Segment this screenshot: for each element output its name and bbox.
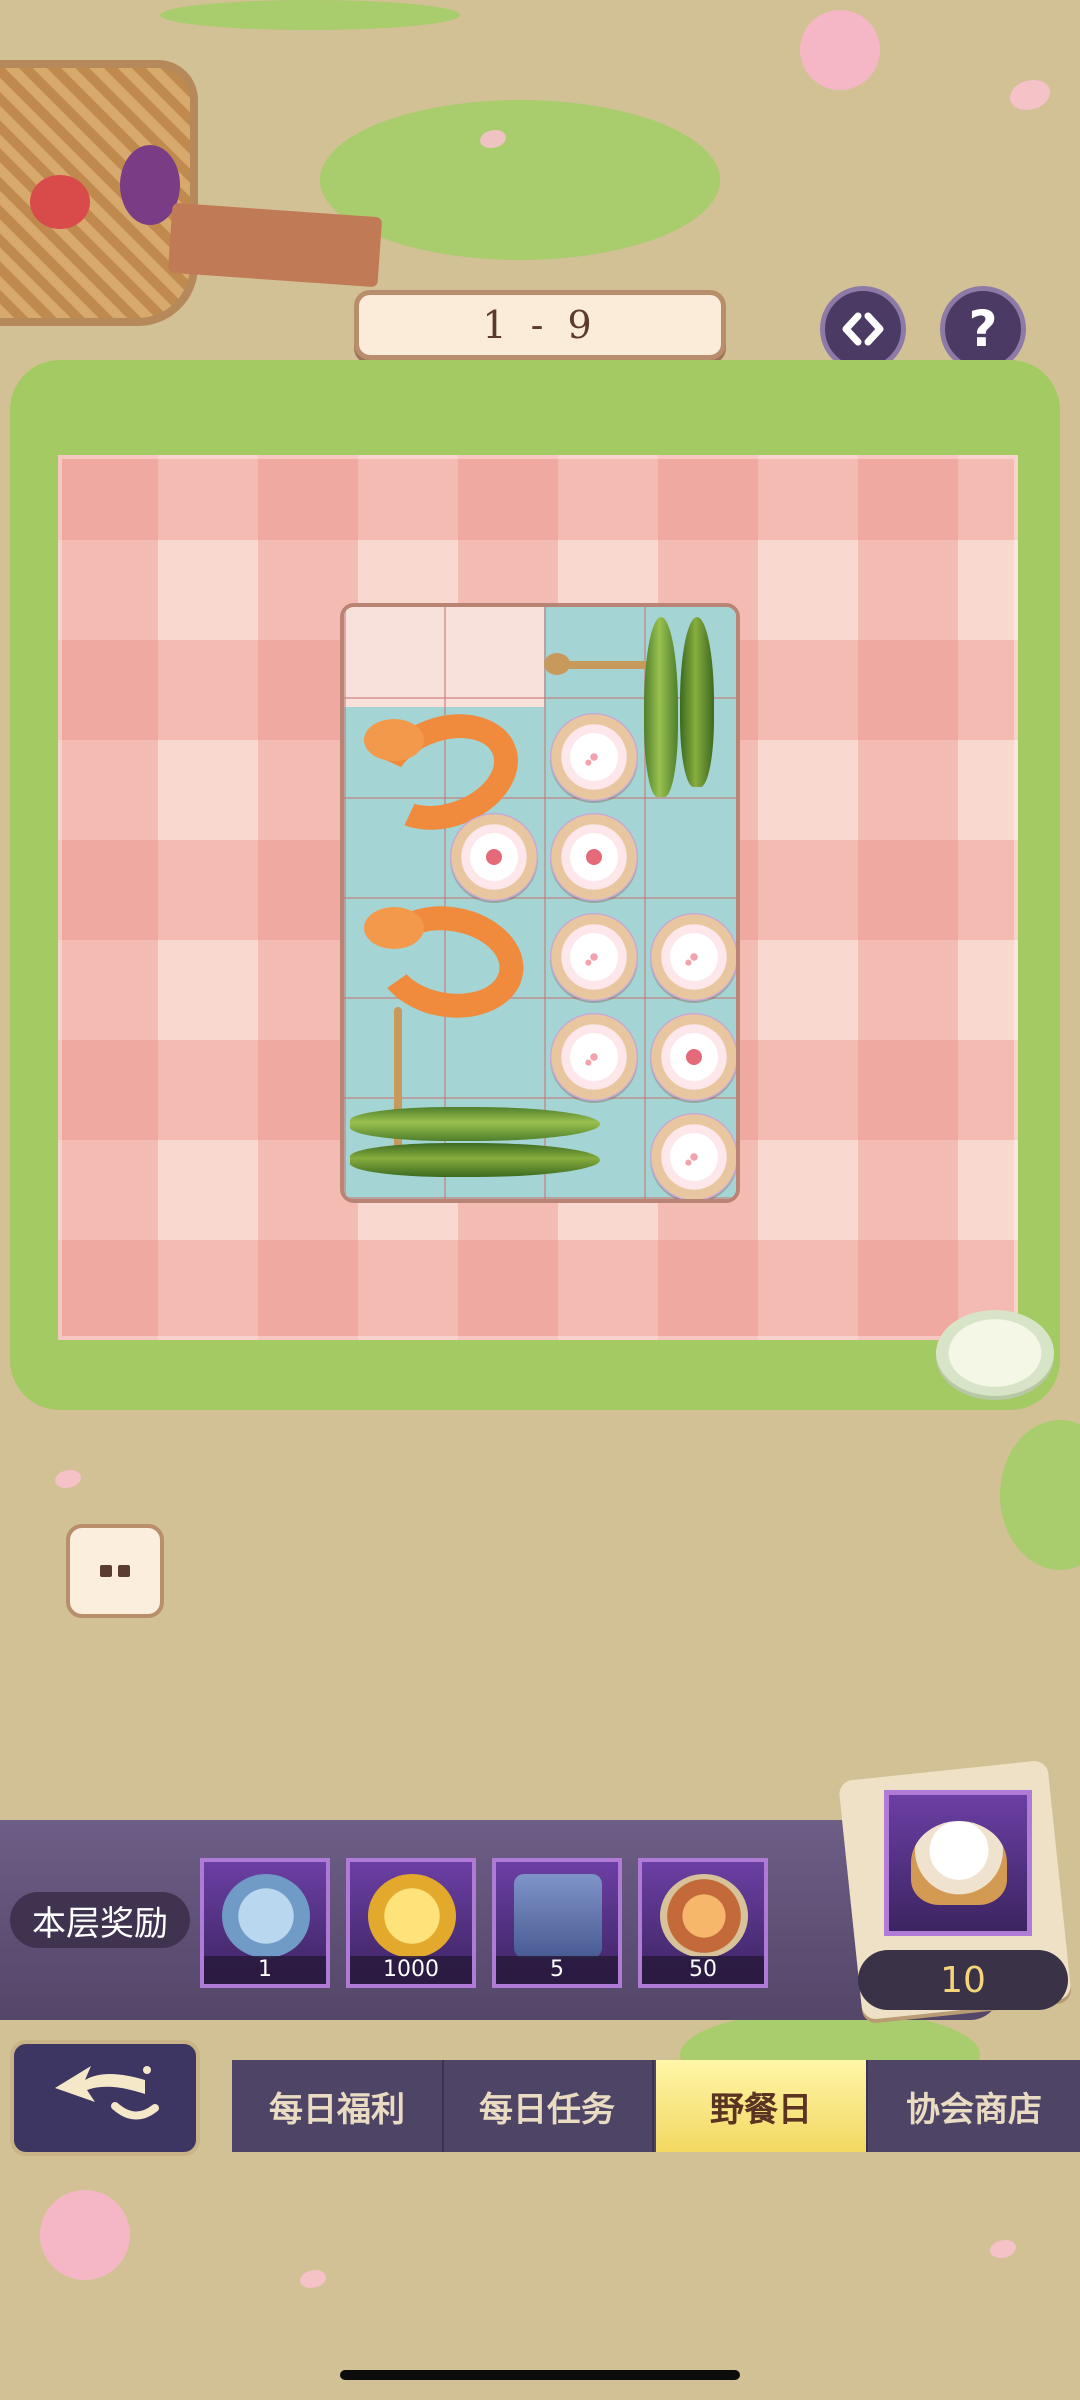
home-indicator[interactable] bbox=[340, 2370, 740, 2380]
puzzle-board[interactable] bbox=[340, 603, 740, 1203]
reward-item[interactable]: 5 bbox=[492, 1858, 622, 1988]
cherry-blossom-icon bbox=[40, 2190, 130, 2280]
tab-daily-tasks[interactable]: 每日任务 bbox=[442, 2060, 654, 2152]
cherry-blossom-icon bbox=[800, 10, 880, 90]
tab-bar: 每日福利 每日任务 野餐日 协会商店 bbox=[232, 2060, 1080, 2152]
okra-piece[interactable] bbox=[680, 617, 714, 787]
reward-count: 1 bbox=[204, 1956, 326, 1984]
okra-piece[interactable] bbox=[350, 1143, 600, 1177]
apple-icon bbox=[30, 175, 90, 229]
dot-icon bbox=[100, 1565, 112, 1577]
reward-item[interactable]: 1000 bbox=[346, 1858, 476, 1988]
tab-picnic-day[interactable]: 野餐日 bbox=[656, 2060, 868, 2152]
reward-count: 50 bbox=[642, 1956, 764, 1984]
petal-decoration bbox=[55, 1470, 81, 1488]
grass-patch bbox=[160, 0, 460, 30]
petal-decoration bbox=[1010, 80, 1050, 110]
reward-item[interactable]: 1 bbox=[200, 1858, 330, 1988]
dessert-piece[interactable] bbox=[650, 1113, 736, 1199]
plate-icon bbox=[936, 1310, 1054, 1396]
swap-arrows-icon bbox=[842, 312, 884, 346]
tab-guild-shop[interactable]: 协会商店 bbox=[868, 2060, 1080, 2152]
pause-button[interactable] bbox=[66, 1524, 164, 1618]
grass-patch bbox=[1000, 1420, 1080, 1570]
petal-decoration bbox=[300, 2270, 326, 2288]
blue-coin-icon bbox=[222, 1874, 310, 1958]
gold-pot-icon bbox=[368, 1874, 456, 1958]
shrimp-head bbox=[364, 907, 424, 949]
back-arrow-icon bbox=[55, 2066, 159, 2120]
okra-piece[interactable] bbox=[644, 617, 678, 797]
reward-count: 5 bbox=[496, 1956, 618, 1984]
skewer-stick bbox=[544, 653, 570, 675]
book-icon bbox=[167, 202, 383, 288]
dessert-piece[interactable] bbox=[650, 913, 736, 1001]
dessert-piece[interactable] bbox=[550, 813, 638, 901]
anvil-icon bbox=[514, 1874, 602, 1958]
dessert-piece[interactable] bbox=[650, 1013, 736, 1101]
okra-piece[interactable] bbox=[350, 1107, 600, 1141]
reward-count: 1000 bbox=[350, 1956, 472, 1984]
level-indicator: 1 - 9 bbox=[354, 290, 726, 360]
dessert-piece[interactable] bbox=[550, 913, 638, 1001]
dot-icon bbox=[118, 1565, 130, 1577]
petal-decoration bbox=[990, 2240, 1016, 2258]
reward-title: 本层奖励 bbox=[10, 1892, 190, 1948]
shrimp-head bbox=[364, 719, 424, 761]
bun-reward[interactable] bbox=[884, 1790, 1032, 1936]
tab-daily-welfare[interactable]: 每日福利 bbox=[232, 2060, 444, 2152]
steamed-bun-icon bbox=[911, 1821, 1007, 1905]
dessert-piece[interactable] bbox=[550, 713, 638, 801]
help-icon: ? bbox=[968, 300, 998, 358]
dessert-piece[interactable] bbox=[550, 1013, 638, 1101]
dessert-piece[interactable] bbox=[450, 813, 538, 901]
winged-emblem-icon bbox=[660, 1874, 748, 1958]
back-button[interactable] bbox=[10, 2040, 200, 2156]
bun-count: 10 bbox=[858, 1950, 1068, 2010]
reward-item[interactable]: 50 bbox=[638, 1858, 768, 1988]
